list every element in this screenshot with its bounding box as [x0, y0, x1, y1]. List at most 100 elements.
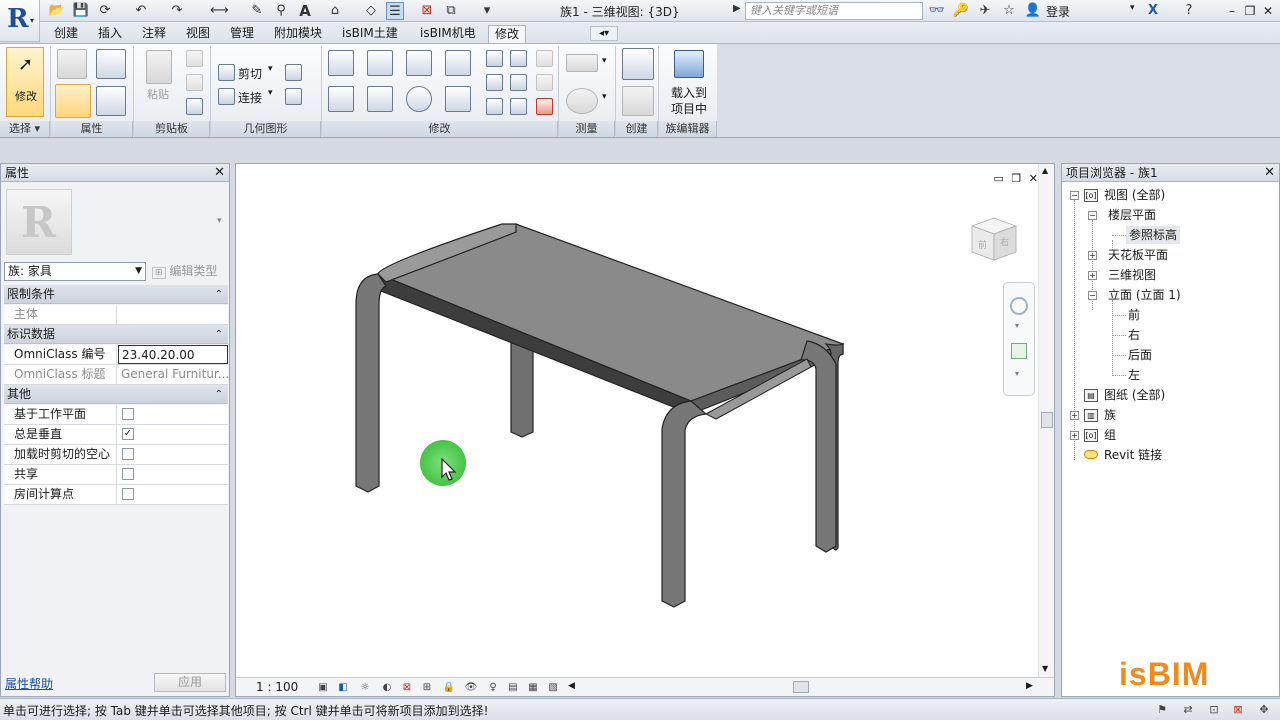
create-group-icon[interactable]	[622, 48, 654, 80]
detail-level-icon[interactable]: ▣	[316, 681, 330, 694]
tree-revit-links[interactable]: Revit 链接	[1104, 446, 1162, 464]
vertical-scrollbar[interactable]: ▲ ▼	[1038, 164, 1054, 679]
apply-button[interactable]: 应用	[154, 673, 226, 692]
tree-back[interactable]: 后面	[1128, 346, 1152, 364]
select-links-icon[interactable]: ⊡	[1206, 702, 1222, 717]
dimension-dropdown-icon[interactable]: ▾	[602, 92, 607, 102]
scroll-right-icon[interactable]: ▶	[1026, 681, 1033, 691]
shadows-icon[interactable]: ◐	[380, 681, 394, 694]
section-constraints[interactable]: 限制条件 ⌃	[4, 285, 228, 304]
scroll-left-icon[interactable]: ◀	[568, 681, 575, 691]
scale-icon[interactable]	[510, 74, 527, 91]
dimension-icon[interactable]: ✎	[248, 2, 266, 20]
switch-windows-icon[interactable]: ⧉	[442, 2, 460, 20]
unpin-icon[interactable]	[536, 74, 553, 91]
cut-dropdown-icon[interactable]: ▾	[268, 64, 273, 74]
dimension-tool-icon[interactable]	[566, 88, 598, 114]
exchange-apps-icon[interactable]: X	[1144, 2, 1162, 20]
sun-path-icon[interactable]: ☼	[358, 681, 372, 694]
mirror-axis-icon[interactable]	[406, 50, 432, 76]
analytical-model-icon[interactable]: ▦	[526, 681, 540, 694]
tag-icon[interactable]: ⚲	[272, 2, 290, 20]
visual-style-icon[interactable]: ◧	[336, 681, 350, 694]
subscription-icon[interactable]: 🔑	[952, 2, 970, 20]
section-other[interactable]: 其他 ⌃	[4, 385, 228, 404]
tab-view[interactable]: 视图	[180, 25, 216, 44]
undo-icon[interactable]: ↶	[132, 2, 150, 20]
reveal-hidden-icon[interactable]: ♀	[486, 681, 500, 694]
tree-sheets[interactable]: 图纸 (全部)	[1104, 386, 1165, 404]
row-shared[interactable]: 共享	[4, 465, 228, 485]
expand-3d-views-toggle[interactable]: +	[1088, 271, 1097, 280]
join-dropdown-icon[interactable]: ▾	[268, 88, 273, 98]
binoculars-icon[interactable]: 👓	[928, 2, 946, 20]
drag-elements-icon[interactable]: ✥	[1256, 702, 1272, 717]
type-properties-icon[interactable]	[96, 86, 126, 116]
cut-geometry-button[interactable]: 剪切	[238, 65, 262, 82]
family-category-icon[interactable]	[96, 49, 126, 79]
favorites-icon[interactable]: ☆	[1000, 2, 1018, 20]
select-pinned-icon[interactable]: ⊠	[1230, 702, 1246, 717]
row-work-plane-based[interactable]: 基于工作平面	[4, 405, 228, 425]
search-expand-icon[interactable]: ▶	[733, 3, 741, 14]
section-identity-data[interactable]: 标识数据 ⌃	[4, 325, 228, 344]
rotate-icon[interactable]	[406, 86, 432, 112]
login-button[interactable]: 登录	[1046, 3, 1070, 20]
customize-qat-icon[interactable]: ▾	[478, 2, 496, 20]
expand-ceiling-plans-toggle[interactable]: +	[1088, 251, 1097, 260]
steering-wheel-icon[interactable]	[1010, 297, 1028, 315]
properties-help-link[interactable]: 属性帮助	[5, 675, 53, 692]
always-vertical-checkbox[interactable]: ✓	[122, 428, 134, 440]
temp-hide-icon[interactable]: 👁	[464, 681, 478, 694]
tree-ref-level[interactable]: 参照标高	[1126, 226, 1181, 244]
copy-element-icon[interactable]	[486, 50, 503, 67]
create-similar-icon[interactable]	[622, 86, 654, 116]
cut-geometry-icon[interactable]	[218, 64, 235, 81]
ribbon-toggle-button[interactable]: ◂▾	[590, 26, 618, 41]
tree-left[interactable]: 左	[1128, 366, 1140, 384]
match-type-icon[interactable]	[186, 98, 203, 115]
load-into-project-button[interactable]: 载入到 项目中	[664, 50, 714, 118]
tab-modify[interactable]: 修改	[488, 25, 527, 44]
tab-create[interactable]: 创建	[48, 25, 84, 44]
design-options-icon[interactable]: ⇄	[1180, 702, 1196, 717]
crop-view-icon[interactable]: ⊠	[400, 681, 414, 694]
restore-button[interactable]: ❐	[1242, 2, 1258, 20]
shared-checkbox[interactable]	[122, 468, 134, 480]
vertical-scroll-thumb[interactable]	[1041, 412, 1053, 428]
modify-button[interactable]: ➚ 修改	[6, 47, 44, 117]
tree-ceiling-plans[interactable]: 天花板平面	[1108, 246, 1168, 264]
split-element-icon[interactable]	[510, 50, 527, 67]
properties-toggle-icon[interactable]	[55, 84, 91, 118]
highlight-icon[interactable]: ▧	[546, 681, 560, 694]
worksets-icon[interactable]: ⚑	[1154, 702, 1170, 717]
3d-view-icon[interactable]: ⌂	[326, 2, 344, 20]
tab-addins[interactable]: 附加模块	[268, 25, 328, 44]
family-selector[interactable]: 族: 家具 ▼	[4, 262, 146, 281]
lock-3d-icon[interactable]: 🔒	[442, 681, 456, 694]
tree-3d-views[interactable]: 三维视图	[1108, 266, 1156, 284]
tree-views[interactable]: 视图 (全部)	[1104, 186, 1165, 204]
thin-lines-icon[interactable]: ☰	[386, 2, 404, 20]
tree-elevations[interactable]: 立面 (立面 1)	[1108, 286, 1181, 304]
measure-distance-icon[interactable]	[566, 54, 598, 72]
redo-icon[interactable]: ↷	[168, 2, 186, 20]
expand-elevations-toggle[interactable]: −	[1088, 291, 1097, 300]
viewcube[interactable]: 前 右	[968, 212, 1020, 264]
close-icon[interactable]: ✕	[214, 164, 225, 182]
application-menu-button[interactable]: R ▾	[0, 0, 40, 42]
open-icon[interactable]: 📂	[48, 2, 66, 20]
tab-manage[interactable]: 管理	[224, 25, 260, 44]
panel-select[interactable]: 选择 ▾	[0, 121, 50, 137]
expand-groups-toggle[interactable]: +	[1070, 431, 1079, 440]
tab-isbim-mep[interactable]: isBIM机电	[414, 25, 482, 44]
split-face-icon[interactable]	[285, 64, 302, 81]
cut-voids-checkbox[interactable]	[122, 448, 134, 460]
tab-annotate[interactable]: 注释	[136, 25, 172, 44]
text-icon[interactable]: A	[296, 2, 314, 20]
omniclass-number-field[interactable]: 23.40.20.00	[118, 345, 228, 364]
expand-families-toggle[interactable]: +	[1070, 411, 1079, 420]
scroll-up-icon[interactable]: ▲	[1042, 166, 1048, 175]
communication-icon[interactable]: ✈	[976, 2, 994, 20]
sync-icon[interactable]: ⟳	[96, 2, 114, 20]
